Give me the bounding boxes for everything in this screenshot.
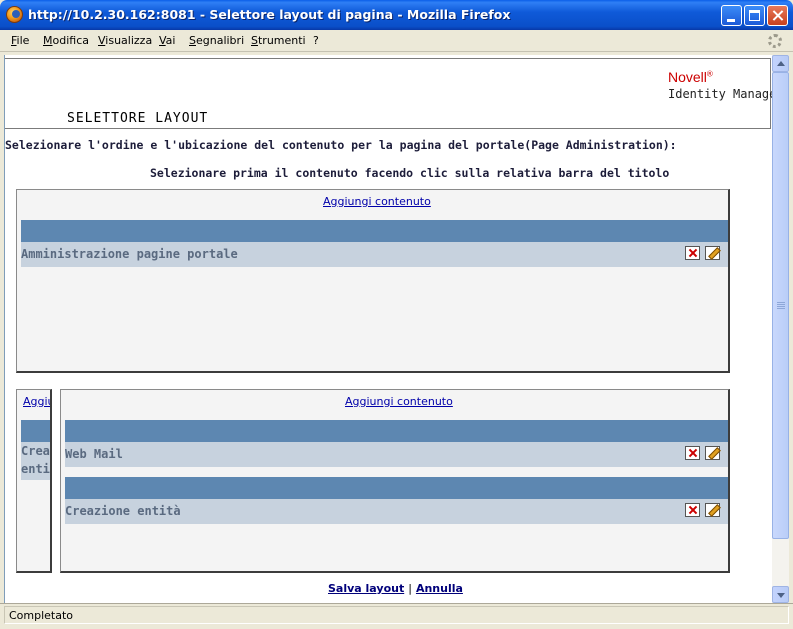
status-bar: Completato [0, 603, 793, 629]
grip-icon [777, 302, 785, 303]
portlet-label: Web Mail [65, 447, 123, 461]
layout-panel-right: Aggiungi contenuto Web Mail Creazione en… [60, 389, 730, 573]
hint-text: Selezionare prima il contenuto facendo c… [150, 166, 670, 180]
maximize-button[interactable] [744, 5, 765, 26]
delete-icon[interactable] [685, 503, 700, 517]
brand-logo: Novell® [668, 69, 713, 85]
minimize-icon [727, 19, 735, 22]
portlet-row[interactable]: Creazione entità [65, 499, 728, 524]
cancel-link[interactable]: Annulla [416, 582, 463, 595]
menu-modifica[interactable]: Modifica [43, 34, 89, 47]
menu-help[interactable]: ? [313, 34, 319, 47]
portlet-titlebar[interactable] [65, 420, 728, 442]
page-title: SELETTORE LAYOUT [67, 111, 209, 126]
add-content-link[interactable]: Aggiungi contenuto [323, 195, 431, 208]
menu-bar: File Modifica Visualizza Vai Segnalibri … [0, 30, 793, 52]
portlet-row[interactable]: Crea entit [21, 442, 50, 480]
portlet-row[interactable]: Web Mail [65, 442, 728, 467]
portlet-label: entit [21, 462, 50, 476]
delete-icon[interactable] [685, 446, 700, 460]
arrow-up-icon [777, 61, 785, 66]
close-button[interactable] [767, 5, 788, 26]
portlet-titlebar[interactable] [21, 420, 50, 442]
arrow-down-icon [777, 593, 785, 598]
edit-icon[interactable] [705, 246, 720, 260]
activity-throbber-icon [768, 34, 782, 48]
save-layout-link[interactable]: Salva layout [328, 582, 404, 595]
menu-file[interactable]: File [11, 34, 29, 47]
scroll-up-button[interactable] [772, 55, 789, 72]
footer-actions: Salva layout | Annulla [328, 582, 463, 595]
maximize-icon [749, 10, 760, 21]
scroll-thumb[interactable] [772, 72, 789, 539]
content-viewport: Novell® Identity Manager SELETTORE LAYOU… [4, 55, 772, 603]
menu-strumenti[interactable]: Strumenti [251, 34, 306, 47]
layout-panel-left: Aggiu Crea entit [16, 389, 52, 573]
separator: | [408, 582, 412, 595]
edit-icon[interactable] [705, 503, 720, 517]
window-title: http://10.2.30.162:8081 - Selettore layo… [28, 7, 511, 22]
portlet-label: Crea [21, 444, 50, 458]
portlet-row[interactable]: Amministrazione pagine portale [21, 242, 728, 267]
vertical-scrollbar[interactable] [772, 55, 789, 603]
edit-icon[interactable] [705, 446, 720, 460]
menu-vai[interactable]: Vai [159, 34, 175, 47]
portlet-titlebar[interactable] [21, 220, 728, 242]
layout-panel-top: Aggiungi contenuto Amministrazione pagin… [16, 189, 730, 373]
menu-visualizza[interactable]: Visualizza [98, 34, 152, 47]
menu-segnalibri[interactable]: Segnalibri [189, 34, 244, 47]
window-titlebar: http://10.2.30.162:8081 - Selettore layo… [0, 0, 793, 30]
portlet-titlebar[interactable] [65, 477, 728, 499]
scroll-down-button[interactable] [772, 586, 789, 603]
portlet-label: Amministrazione pagine portale [21, 247, 238, 261]
minimize-button[interactable] [721, 5, 742, 26]
firefox-logo-icon [6, 6, 23, 23]
product-name: Identity Manager [668, 87, 772, 101]
intro-text: Selezionare l'ordine e l'ubicazione del … [5, 138, 677, 152]
delete-icon[interactable] [685, 246, 700, 260]
add-content-link[interactable]: Aggiungi contenuto [345, 395, 453, 408]
status-panel [4, 606, 789, 624]
portlet-label: Creazione entità [65, 504, 181, 518]
status-text: Completato [9, 609, 74, 622]
page-header: Novell® Identity Manager SELETTORE LAYOU… [5, 58, 772, 129]
add-content-link[interactable]: Aggiu [23, 395, 50, 408]
